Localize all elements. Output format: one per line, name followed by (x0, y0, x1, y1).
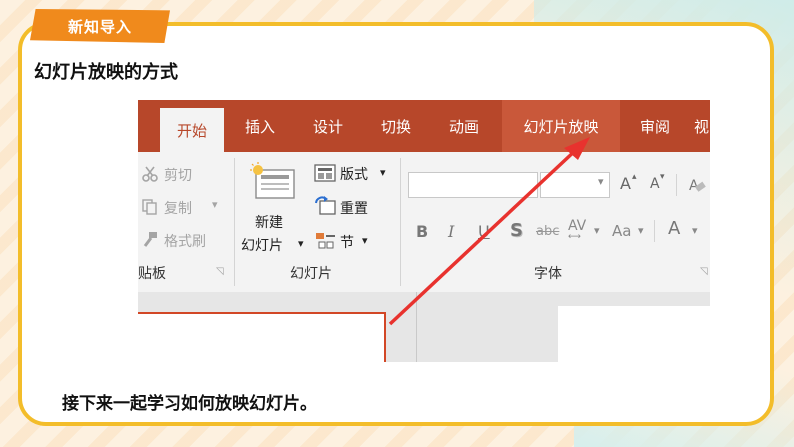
powerpoint-screenshot: 开始 插入 设计 切换 动画 幻灯片放映 审阅 视 剪切 复制 ▾ 格式刷 贴板… (138, 100, 710, 362)
page-title: 幻灯片放映的方式 (34, 62, 178, 83)
section-tag-label: 新知导入 (67, 17, 132, 36)
footer-instruction: 接下来一起学习如何放映幻灯片。 (62, 394, 317, 414)
annotation-arrow (388, 137, 590, 326)
section-tag: 新知导入 (30, 9, 170, 43)
